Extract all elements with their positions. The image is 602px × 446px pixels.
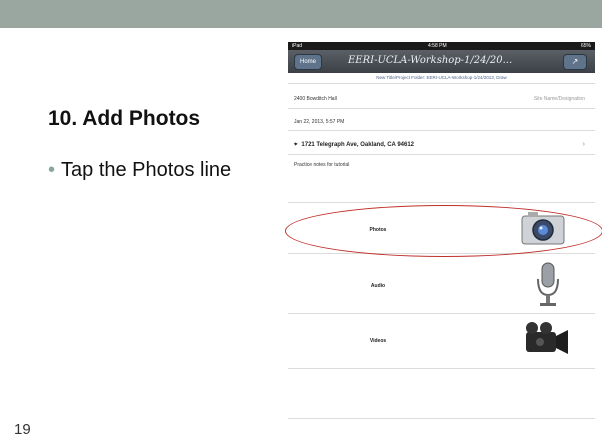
status-device: iPad (292, 43, 303, 49)
status-time: 4:58 PM (428, 43, 447, 49)
bullet-text: Tap the Photos line (61, 159, 232, 181)
project-folder-line: New Title/Project Folder: EERI-UCLA-Work… (376, 75, 507, 80)
videos-label[interactable]: Videos (288, 338, 468, 344)
divider (288, 313, 595, 314)
gps-icon: ⌖ (294, 142, 298, 148)
microphone-icon[interactable] (534, 261, 562, 309)
divider (288, 130, 595, 131)
bullet-item: • Tap the Photos line (48, 159, 258, 182)
slide-number: 19 (14, 421, 31, 438)
nav-title: EERI-UCLA-Workshop-1/24/20... (348, 55, 513, 66)
location-text[interactable]: 2400 Bowditch Hall (294, 96, 337, 102)
photos-highlight-ellipse (285, 205, 602, 257)
divider (288, 202, 595, 203)
bullet-dot-icon: • (48, 159, 56, 181)
divider (288, 83, 595, 84)
home-button[interactable]: Home (294, 54, 322, 70)
status-battery: 65% (580, 43, 591, 49)
audio-label[interactable]: Audio (288, 283, 468, 289)
divider (288, 418, 595, 419)
address-row[interactable]: ⌖ 1721 Telegraph Ave, Oakland, CA 94612 (294, 142, 414, 149)
timestamp-text: Jan 22, 2013, 5:57 PM (294, 119, 345, 125)
notes-text[interactable]: Practice notes for tutorial (294, 162, 349, 168)
slide-title: 10. Add Photos (48, 107, 201, 130)
divider (288, 154, 595, 155)
divider (288, 108, 595, 109)
slide-header-bar (0, 0, 602, 28)
video-camera-icon[interactable] (522, 320, 570, 360)
share-button[interactable]: ↗ (563, 54, 587, 70)
divider (288, 368, 595, 369)
address-text: 1721 Telegraph Ave, Oakland, CA 94612 (301, 142, 414, 148)
site-name-placeholder[interactable]: Site Name/Designation (534, 96, 585, 102)
chevron-right-icon: › (582, 141, 585, 148)
nav-bar: Home EERI-UCLA-Workshop-1/24/20... ↗ (288, 50, 595, 73)
share-icon: ↗ (571, 57, 579, 66)
status-bar: iPad 4:58 PM 65% (288, 42, 595, 50)
